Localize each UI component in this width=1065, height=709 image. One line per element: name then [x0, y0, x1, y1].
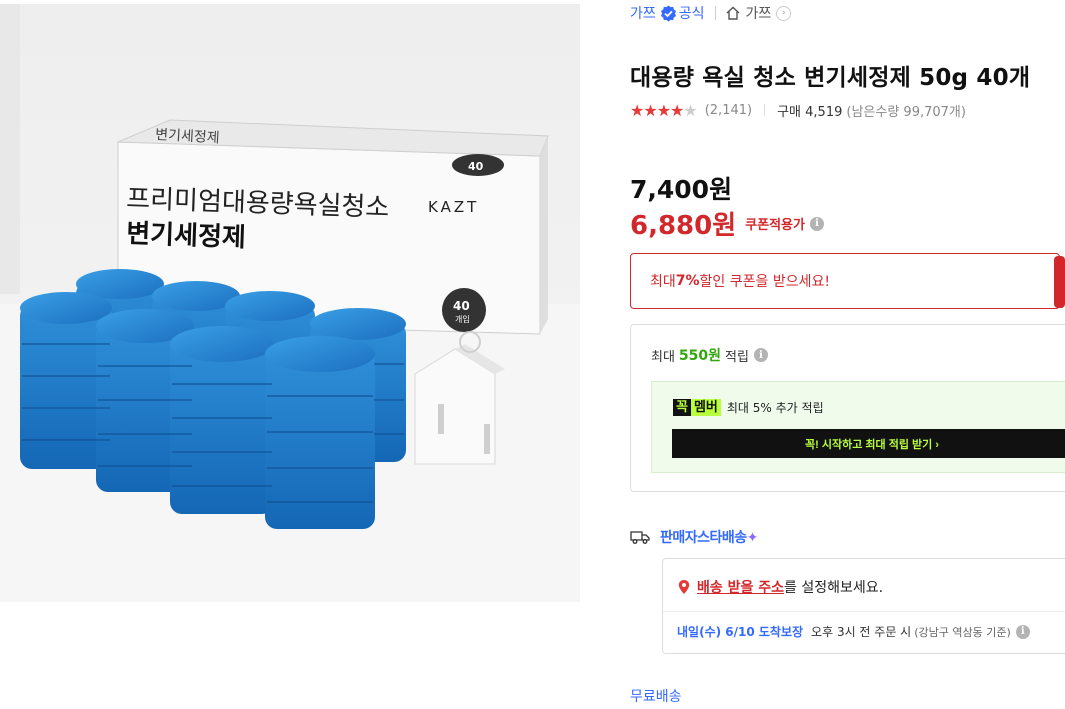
sparkle-icon: ✦: [746, 530, 759, 546]
member-benefit-box: 꼭 멤버 최대 5% 추가 적립 꼭! 시작하고 최대 적립 받기 ›: [651, 381, 1065, 473]
address-line: 배송 받을 주소 를 설정해보세요.: [677, 577, 883, 597]
arrival-line: 내일(수) 6/10 도착보장 오후 3시 전 주문 시 (강남구 역삼동 기준…: [677, 623, 1030, 640]
box-top-label: 변기세정제: [155, 127, 220, 146]
official-label[interactable]: 공식: [679, 3, 705, 23]
arrival-area: (강남구 역삼동 기준): [914, 625, 1011, 639]
info-icon[interactable]: i: [1015, 624, 1030, 639]
delivery-row: 판매자스타배송✦: [630, 527, 758, 547]
box-badge-count: 40: [453, 299, 470, 313]
arrival-order-cutoff: 오후 3시 전 주문 시: [811, 625, 912, 639]
coupon-suffix: 할인 쿠폰을 받으세요!: [699, 274, 830, 290]
product-image[interactable]: 변기세정제 프리미엄대용량욕실청소 변기세정제 KAZT 40 40 개입: [0, 4, 580, 602]
coupon-tab: [1054, 256, 1065, 308]
kkok-logo-left: 꼭: [673, 399, 691, 416]
box-top-badge: 40: [468, 160, 484, 173]
brand-row: 가쯔 공식 가쯔 ›: [630, 3, 792, 23]
original-price: 7,400원: [630, 175, 733, 204]
product-title: 대용량 욕실 청소 변기세정제 50g 40개: [630, 65, 1031, 91]
product-photo: 변기세정제 프리미엄대용량욕실청소 변기세정제 KAZT 40 40 개입: [0, 4, 580, 602]
reward-line: 최대 550원 적립 i: [651, 345, 768, 365]
set-address-link[interactable]: 배송 받을 주소: [697, 577, 784, 597]
rating-row: ★★★★★ (2,141) 구매 4,519 (남은수량 99,707개): [630, 100, 966, 120]
reward-suffix: 적립: [725, 349, 749, 365]
free-shipping-label: 무료배송: [630, 689, 682, 705]
address-box: 배송 받을 주소 를 설정해보세요. 내일(수) 6/10 도착보장 오후 3시 …: [662, 558, 1065, 654]
brand-divider: [714, 6, 716, 20]
member-benefit: 최대 5% 추가 적립: [726, 401, 824, 415]
truck-icon: [630, 529, 650, 545]
chevron-right-icon[interactable]: ›: [776, 5, 792, 21]
rating-divider: [764, 104, 766, 116]
reward-amount: 550원: [678, 348, 722, 364]
location-pin-icon: [677, 579, 691, 595]
brand-link[interactable]: 가쯔: [630, 3, 656, 23]
seller-star-delivery-badge: 판매자스타배송✦: [660, 527, 758, 547]
address-divider: [663, 611, 1065, 612]
box-badge-unit: 개입: [455, 314, 470, 324]
store-home-icon[interactable]: [725, 5, 741, 21]
info-icon[interactable]: i: [809, 216, 824, 231]
rating-stars-icon[interactable]: ★★★★★: [630, 101, 698, 120]
box-brand: KAZT: [428, 198, 479, 216]
reward-prefix: 최대: [651, 349, 675, 365]
review-count[interactable]: (2,141): [705, 103, 752, 118]
store-link[interactable]: 가쯔: [746, 3, 772, 23]
seller-star-label: 판매자스타배송: [660, 530, 747, 546]
reward-box: 최대 550원 적립 i 꼭 멤버 최대 5% 추가 적립 꼭! 시작하고 최대 …: [630, 324, 1065, 492]
kkok-member-logo: 꼭 멤버: [673, 399, 721, 416]
coupon-prefix: 최대: [650, 274, 676, 290]
purchase-count: 구매 4,519: [777, 104, 843, 120]
member-line: 꼭 멤버 최대 5% 추가 적립: [673, 399, 824, 416]
start-membership-button[interactable]: 꼭! 시작하고 최대 적립 받기 ›: [672, 429, 1065, 458]
sale-price: 6,880원: [630, 211, 737, 241]
coupon-applied-label: 쿠폰적용가: [745, 218, 805, 233]
kkok-logo-right: 멤버: [690, 399, 721, 416]
info-icon[interactable]: i: [753, 348, 768, 362]
sale-price-row: 6,880원 쿠폰적용가 i: [630, 205, 824, 242]
coupon-download-button[interactable]: 최대 7% 할인 쿠폰을 받으세요!: [630, 253, 1065, 309]
verified-check-icon: [660, 5, 677, 22]
coupon-percent: 7%: [675, 273, 700, 289]
product-info-panel: 가쯔 공식 가쯔 › 대용량 욕실 청소 변기세정제 50g 40개 ★★★★★…: [630, 0, 1065, 709]
address-suffix: 를 설정해보세요.: [784, 580, 884, 596]
remaining-stock: (남은수량 99,707개): [846, 104, 966, 120]
arrival-date: 내일(수) 6/10 도착보장: [677, 625, 804, 639]
box-title-line2: 변기세정제: [126, 219, 247, 253]
